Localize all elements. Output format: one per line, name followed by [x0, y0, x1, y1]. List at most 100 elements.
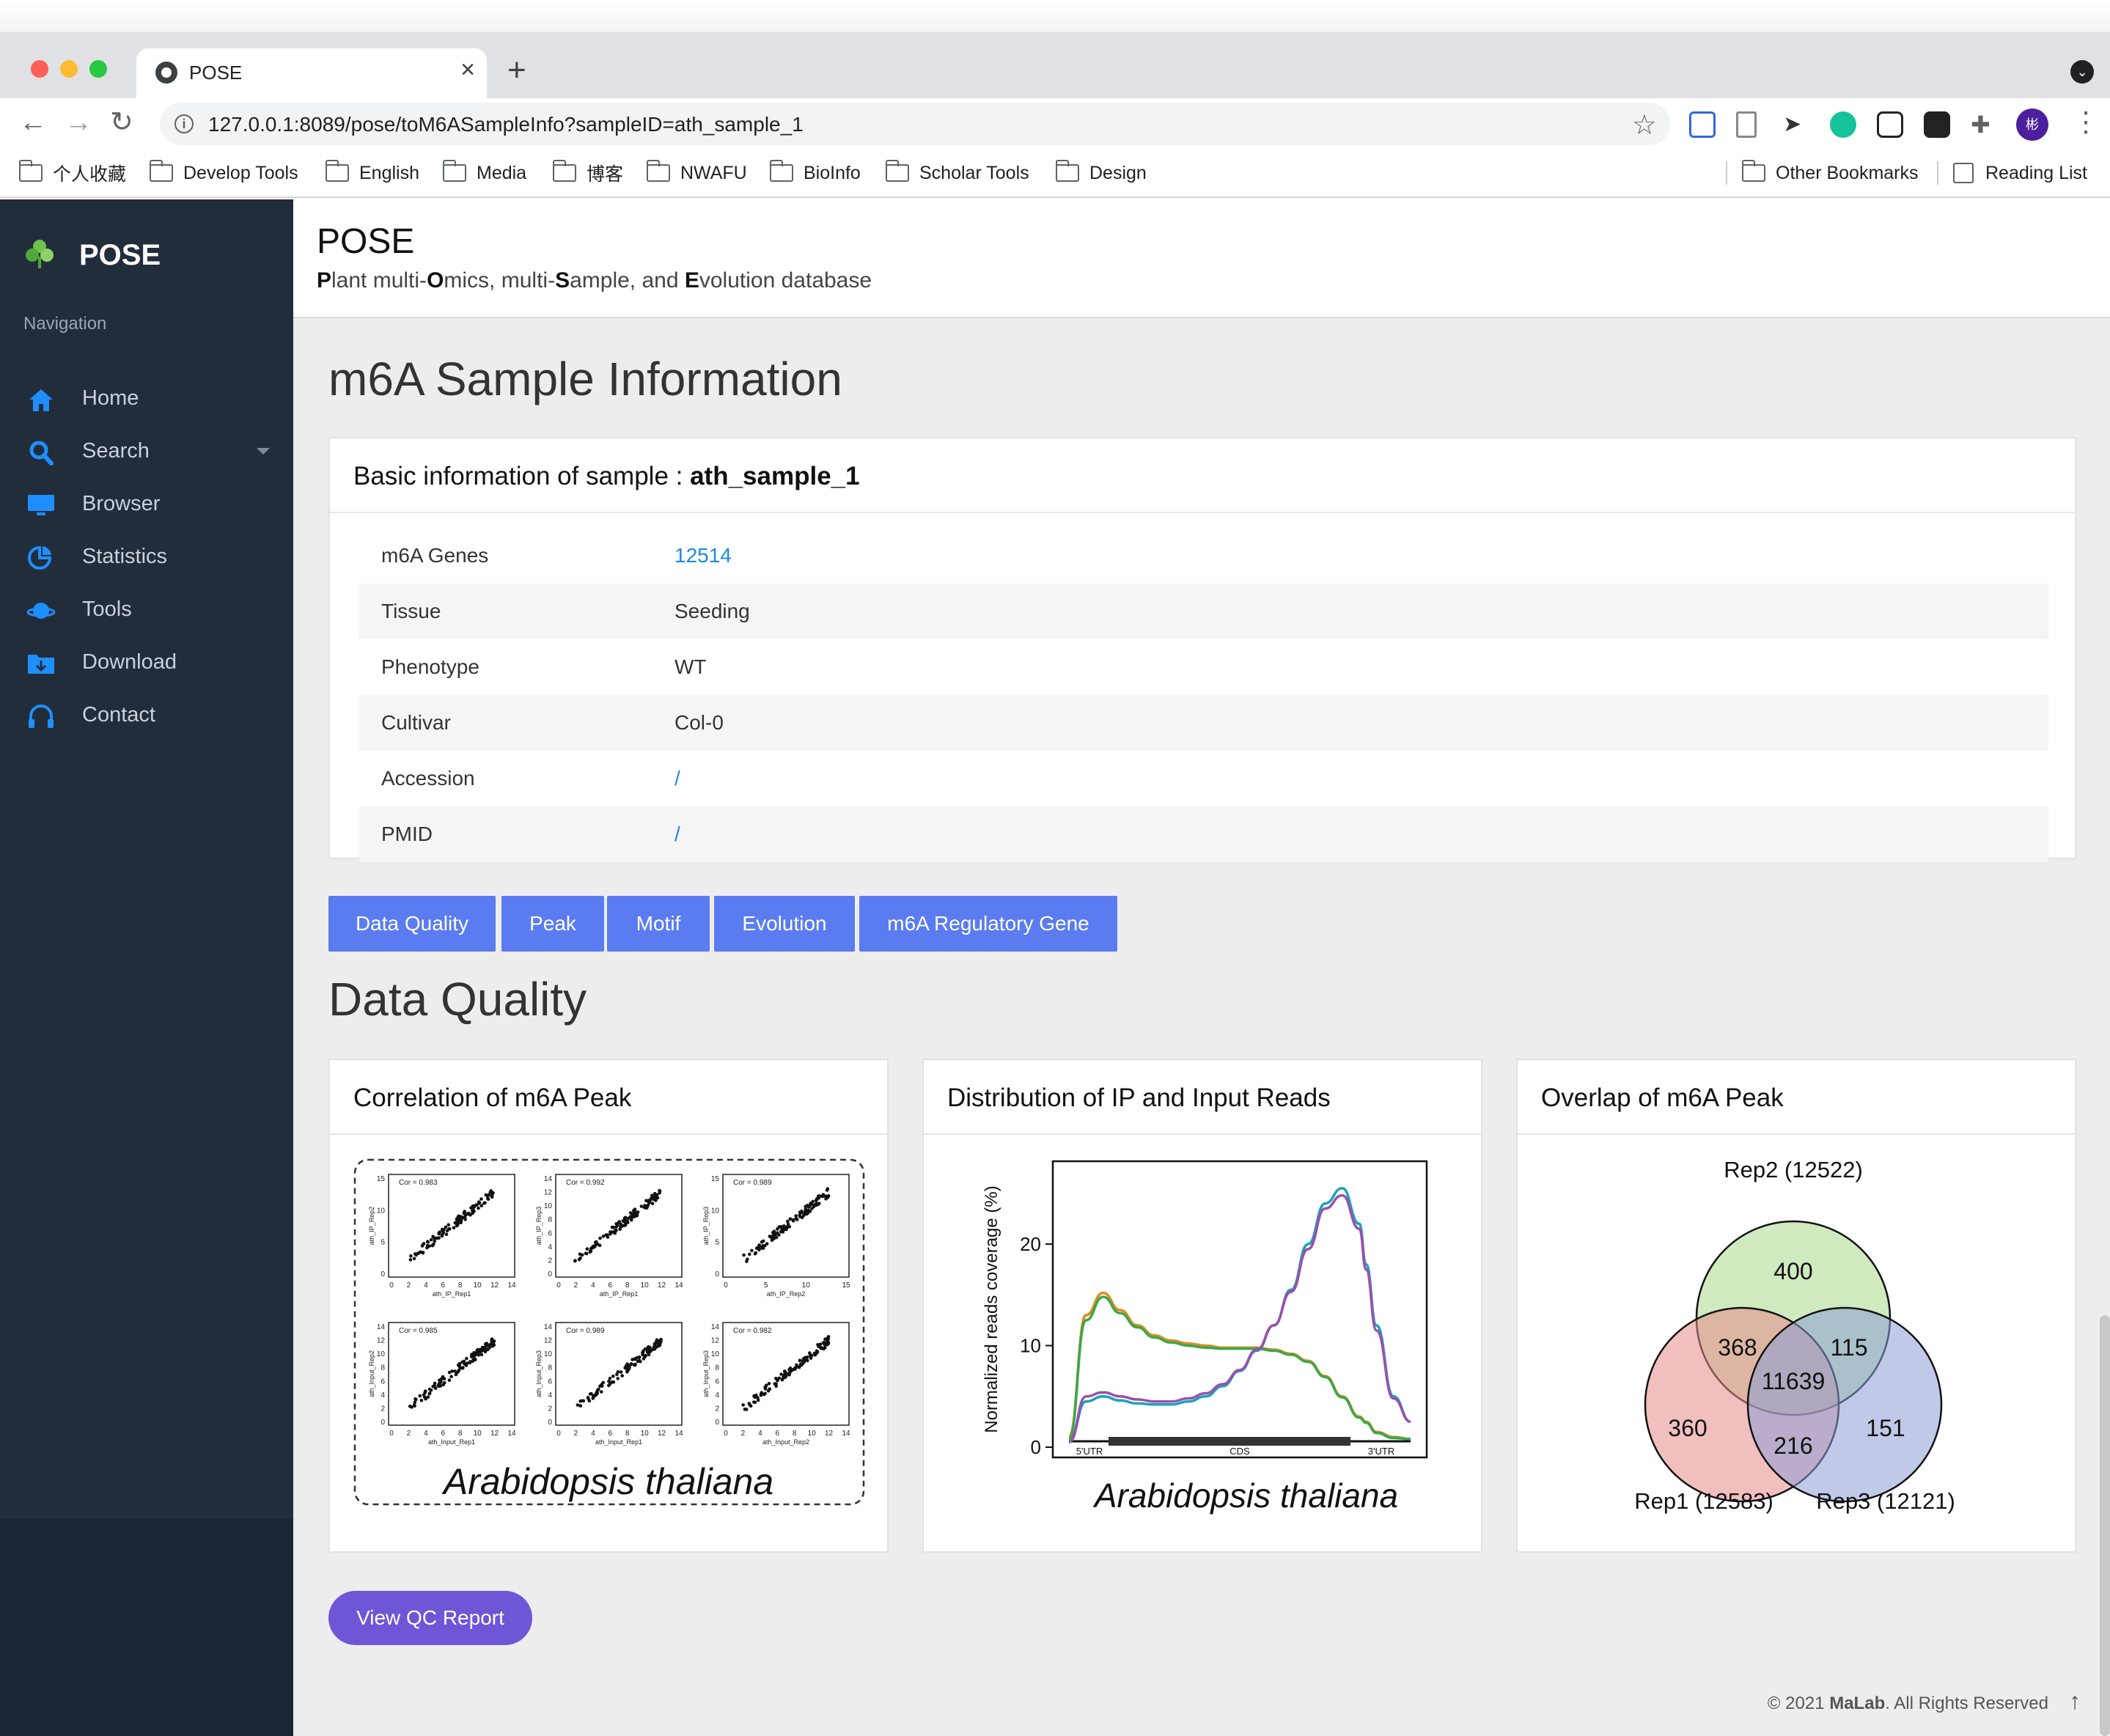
- scatter-point: [433, 1236, 436, 1240]
- scatter-point: [655, 1196, 660, 1200]
- correlation-label: Cor = 0.989: [566, 1327, 605, 1335]
- bookmark-folder[interactable]: 博客: [553, 160, 623, 186]
- tick-label: 2: [381, 1405, 385, 1413]
- scatter-point: [437, 1232, 441, 1236]
- sidebar-item-statistics[interactable]: Statistics: [0, 534, 293, 580]
- section-button-data-quality[interactable]: Data Quality: [328, 896, 496, 952]
- tab-title: POSE: [189, 62, 243, 84]
- scatter-point: [794, 1216, 798, 1221]
- bookmark-folder[interactable]: Scholar Tools: [886, 160, 1029, 186]
- tick-label: 6: [609, 1281, 613, 1290]
- scatter-panel: Cor = 0.985 0 2 4 6 8 10 12 14 14 12 10 8 6 4 2 0 ath_Inp…: [368, 1322, 516, 1446]
- reload-icon[interactable]: ↻: [110, 108, 133, 136]
- back-to-top-icon[interactable]: ↑: [2069, 1688, 2081, 1715]
- bookmark-folder[interactable]: Media: [443, 160, 526, 186]
- new-tab-button[interactable]: +: [507, 54, 526, 87]
- sidebar-item-label: Download: [82, 650, 177, 674]
- tick-label: 2: [741, 1430, 746, 1438]
- axis-label: ath_Input_Rep2: [368, 1350, 375, 1397]
- extension-icon-hexagon[interactable]: [1877, 111, 1903, 138]
- sidebar-item-home[interactable]: Home: [0, 376, 293, 422]
- site-info-icon[interactable]: i: [174, 114, 194, 133]
- scatter-point: [452, 1226, 456, 1229]
- sidebar-item-browser[interactable]: Browser: [0, 482, 293, 527]
- extension-icon-eyes[interactable]: [1924, 111, 1950, 138]
- sidebar-item-search[interactable]: Search: [0, 429, 293, 474]
- bookmark-folder[interactable]: Develop Tools: [150, 160, 298, 186]
- scatter-point: [639, 1204, 644, 1208]
- tick-label: 6: [548, 1378, 552, 1386]
- extension-icon-document[interactable]: [1736, 111, 1757, 138]
- scatter-point: [643, 1347, 647, 1351]
- minimize-window-button[interactable]: [60, 60, 78, 78]
- tick-label: 4: [758, 1430, 762, 1438]
- scatter-point: [658, 1189, 662, 1193]
- site-header: POSE Plant multi-Omics, multi-Sample, an…: [293, 199, 2110, 318]
- extensions-puzzle-icon[interactable]: ✚: [1971, 111, 1997, 138]
- scatter-point: [753, 1251, 757, 1256]
- profile-avatar[interactable]: 彬: [2016, 108, 2048, 141]
- info-value-link[interactable]: 12514: [674, 544, 732, 567]
- section-button-evolution[interactable]: Evolution: [714, 896, 855, 952]
- scatter-point: [816, 1202, 820, 1207]
- panel-frame: [388, 1174, 515, 1278]
- extension-icon-grammarly[interactable]: [1830, 111, 1856, 138]
- scatter-point: [652, 1197, 655, 1202]
- tick-label: 2: [715, 1405, 719, 1413]
- scatter-point: [623, 1366, 627, 1370]
- bookmark-folder[interactable]: BioInfo: [770, 160, 861, 186]
- info-value-link[interactable]: /: [674, 823, 680, 846]
- forward-arrow-icon[interactable]: →: [65, 108, 92, 136]
- scatter-point: [441, 1232, 444, 1237]
- url-text[interactable]: 127.0.0.1:8089/pose/toM6ASampleInfo?samp…: [208, 113, 804, 136]
- scrollbar[interactable]: [2100, 1315, 2110, 1736]
- correlation-label: Cor = 0.982: [733, 1327, 772, 1335]
- info-value-link[interactable]: /: [674, 767, 680, 790]
- tick-label: 2: [548, 1405, 552, 1413]
- browser-menu-icon[interactable]: ⋮: [2072, 108, 2100, 136]
- reading-list-button[interactable]: Reading List: [1953, 160, 2087, 186]
- sidebar-item-contact[interactable]: Contact: [0, 693, 293, 738]
- close-window-button[interactable]: [31, 60, 48, 78]
- footer: © 2021 MaLab. All Rights Reserved: [1768, 1693, 2048, 1714]
- scatter-point: [457, 1214, 461, 1218]
- bookmark-folder[interactable]: Design: [1056, 160, 1147, 186]
- scatter-point: [420, 1244, 424, 1248]
- tick-label: 14: [507, 1430, 516, 1438]
- tab-search-icon[interactable]: ⌄: [2070, 60, 2094, 84]
- back-arrow-icon[interactable]: ←: [19, 108, 47, 136]
- scatter-point: [409, 1254, 413, 1258]
- folder-icon: [443, 160, 466, 182]
- sidebar-item-tools[interactable]: Tools: [0, 587, 293, 633]
- info-value: Seeding: [674, 600, 750, 622]
- tick-label: 2: [548, 1257, 552, 1265]
- section-button-m6a-regulatory-gene[interactable]: m6A Regulatory Gene: [859, 896, 1117, 952]
- brand-name[interactable]: POSE: [79, 239, 161, 272]
- section-button-peak[interactable]: Peak: [501, 896, 604, 952]
- bookmark-folder[interactable]: 个人收藏: [19, 160, 126, 186]
- bookmark-folder[interactable]: NWAFU: [647, 160, 747, 186]
- scatter-point: [760, 1391, 763, 1394]
- browser-tab[interactable]: POSE ×: [136, 48, 487, 98]
- page-title: m6A Sample Information: [328, 353, 842, 405]
- bookmark-star-icon[interactable]: ☆: [1632, 108, 1657, 141]
- sidebar-item-download[interactable]: Download: [0, 640, 293, 685]
- scatter-point: [621, 1219, 625, 1223]
- tick-label: 15: [711, 1175, 720, 1183]
- extension-icon-send[interactable]: ➤: [1783, 111, 1809, 138]
- scatter-point: [782, 1226, 787, 1230]
- view-qc-report-button[interactable]: View QC Report: [328, 1591, 532, 1645]
- address-bar[interactable]: i 127.0.0.1:8089/pose/toM6ASampleInfo?sa…: [160, 103, 1670, 145]
- bookmark-folder[interactable]: English: [326, 160, 419, 186]
- axis-label: ath_IP_Rep1: [600, 1290, 639, 1298]
- scatter-point: [770, 1238, 774, 1243]
- scatter-point: [413, 1404, 416, 1408]
- extension-icon-reader[interactable]: [1689, 111, 1716, 138]
- zoom-window-button[interactable]: [89, 60, 107, 78]
- tab-close-icon[interactable]: ×: [460, 57, 475, 82]
- subtitle-part: S: [555, 268, 570, 293]
- section-button-motif[interactable]: Motif: [607, 896, 710, 952]
- venn-region-count: 11639: [1762, 1368, 1826, 1394]
- scatter-point: [652, 1345, 656, 1349]
- other-bookmarks-folder[interactable]: Other Bookmarks: [1742, 160, 1919, 186]
